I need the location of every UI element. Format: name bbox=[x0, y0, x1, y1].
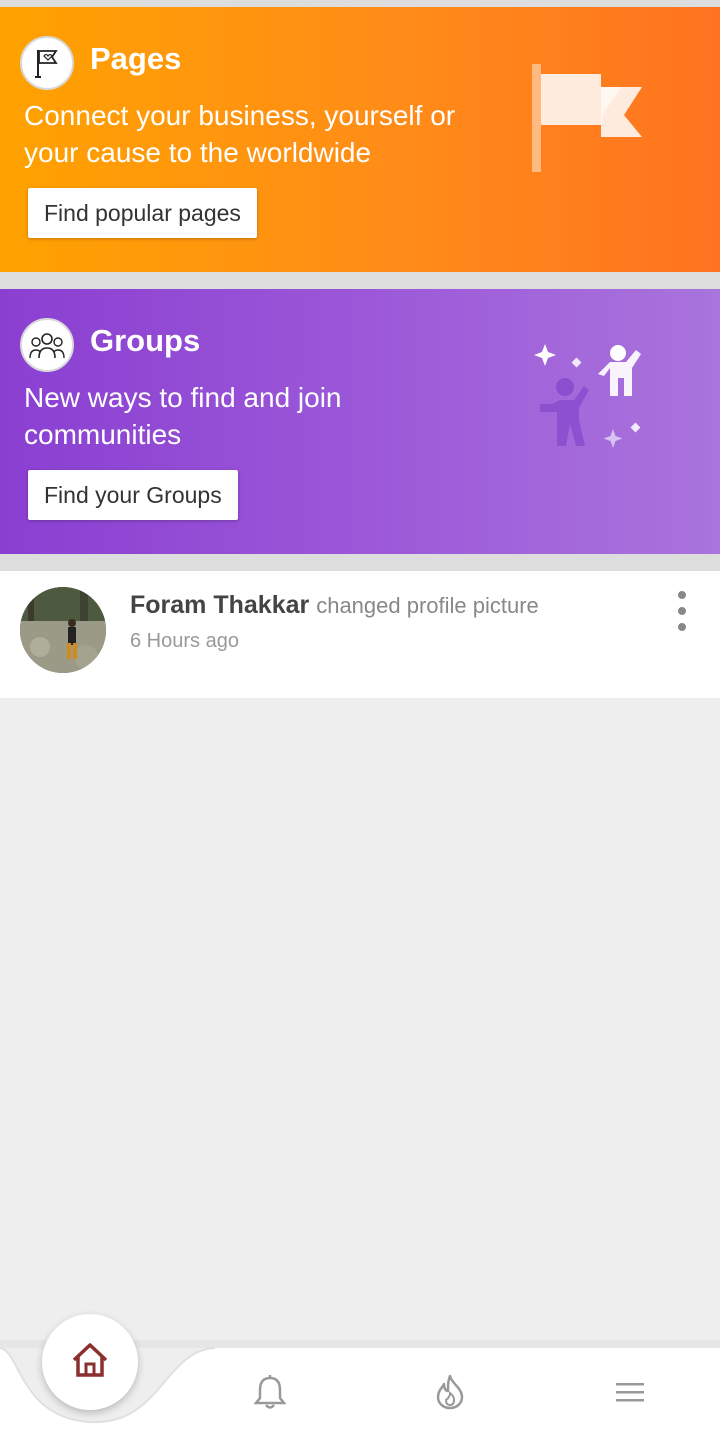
home-icon bbox=[70, 1341, 110, 1384]
find-popular-pages-button[interactable]: Find popular pages bbox=[28, 188, 257, 238]
find-your-groups-button[interactable]: Find your Groups bbox=[28, 470, 238, 520]
fire-icon bbox=[434, 1374, 466, 1415]
top-strip bbox=[0, 0, 720, 7]
card-separator bbox=[0, 554, 720, 571]
groups-promo-card: Groups New ways to find and join communi… bbox=[0, 289, 720, 554]
trending-nav-button[interactable] bbox=[428, 1372, 472, 1416]
more-vertical-icon[interactable] bbox=[672, 591, 692, 631]
menu-nav-button[interactable] bbox=[608, 1372, 652, 1416]
flag-illustration bbox=[520, 57, 650, 182]
flag-icon bbox=[20, 36, 74, 90]
bottom-navigation bbox=[0, 1314, 720, 1440]
people-icon bbox=[20, 318, 74, 372]
groups-description: New ways to find and join communities bbox=[24, 382, 342, 450]
home-nav-button[interactable] bbox=[42, 1314, 138, 1410]
activity-text: Foram Thakkar changed profile picture 6 … bbox=[130, 591, 650, 653]
card-separator bbox=[0, 272, 720, 289]
activity-action: changed profile picture bbox=[316, 593, 539, 618]
activity-card: Foram Thakkar changed profile picture 6 … bbox=[0, 571, 720, 698]
pages-description: Connect your business, yourself or your … bbox=[24, 100, 456, 168]
user-name[interactable]: Foram Thakkar bbox=[130, 591, 309, 619]
activity-headline: Foram Thakkar changed profile picture bbox=[130, 591, 650, 620]
high-five-illustration bbox=[520, 339, 650, 469]
profile-avatar[interactable] bbox=[20, 587, 106, 673]
groups-title: Groups bbox=[90, 323, 201, 358]
notifications-nav-button[interactable] bbox=[248, 1372, 292, 1416]
activity-timestamp: 6 Hours ago bbox=[130, 630, 239, 652]
hamburger-menu-icon bbox=[615, 1381, 645, 1408]
bell-icon bbox=[253, 1374, 287, 1415]
pages-promo-card: Pages Connect your business, yourself or… bbox=[0, 7, 720, 272]
pages-title: Pages bbox=[90, 41, 182, 76]
